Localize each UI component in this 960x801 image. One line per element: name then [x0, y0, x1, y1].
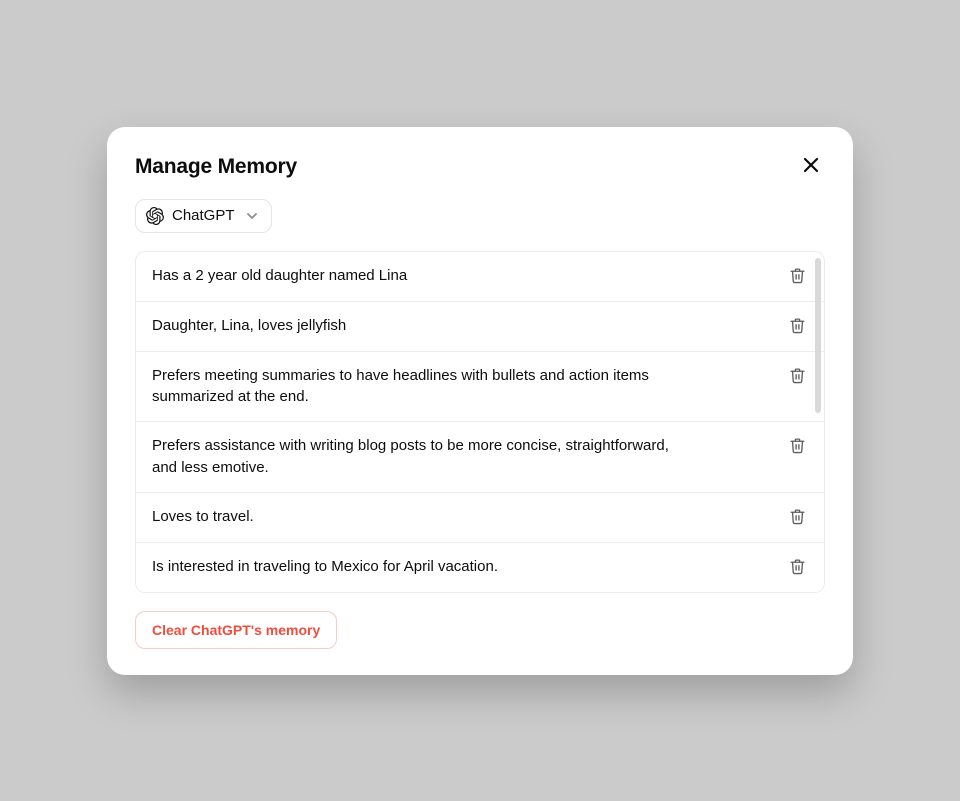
manage-memory-modal: Manage Memory ChatGPT Has a 2 year old d…: [107, 127, 853, 675]
memory-list[interactable]: Has a 2 year old daughter named Lina Daug…: [136, 252, 824, 592]
clear-memory-button[interactable]: Clear ChatGPT's memory: [135, 611, 337, 649]
trash-icon: [789, 267, 806, 287]
memory-text: Daughter, Lina, loves jellyfish: [152, 315, 346, 337]
delete-memory-button[interactable]: [786, 366, 808, 388]
close-icon: [803, 157, 819, 176]
trash-icon: [789, 437, 806, 457]
close-button[interactable]: [797, 153, 825, 181]
memory-list-frame: Has a 2 year old daughter named Lina Daug…: [135, 251, 825, 593]
delete-memory-button[interactable]: [786, 436, 808, 458]
delete-memory-button[interactable]: [786, 316, 808, 338]
memory-item: Is interested in traveling to Mexico for…: [136, 543, 824, 592]
memory-item: Has a 2 year old daughter named Lina: [136, 252, 824, 302]
trash-icon: [789, 558, 806, 578]
chevron-down-icon: [245, 209, 259, 223]
memory-item: Prefers meeting summaries to have headli…: [136, 352, 824, 423]
modal-footer: Clear ChatGPT's memory: [135, 611, 825, 649]
memory-text: Is interested in traveling to Mexico for…: [152, 556, 498, 578]
delete-memory-button[interactable]: [786, 507, 808, 529]
trash-icon: [789, 367, 806, 387]
memory-text: Loves to travel.: [152, 506, 254, 528]
openai-logo-icon: [146, 207, 164, 225]
memory-item: Daughter, Lina, loves jellyfish: [136, 302, 824, 352]
memory-text: Prefers meeting summaries to have headli…: [152, 365, 692, 409]
modal-header: Manage Memory: [135, 153, 825, 181]
model-selector-label: ChatGPT: [172, 207, 235, 224]
trash-icon: [789, 317, 806, 337]
modal-title: Manage Memory: [135, 155, 297, 179]
memory-item: Prefers assistance with writing blog pos…: [136, 422, 824, 493]
delete-memory-button[interactable]: [786, 557, 808, 579]
memory-text: Prefers assistance with writing blog pos…: [152, 435, 692, 479]
memory-item: Loves to travel.: [136, 493, 824, 543]
trash-icon: [789, 508, 806, 528]
delete-memory-button[interactable]: [786, 266, 808, 288]
memory-text: Has a 2 year old daughter named Lina: [152, 265, 407, 287]
model-selector[interactable]: ChatGPT: [135, 199, 272, 233]
